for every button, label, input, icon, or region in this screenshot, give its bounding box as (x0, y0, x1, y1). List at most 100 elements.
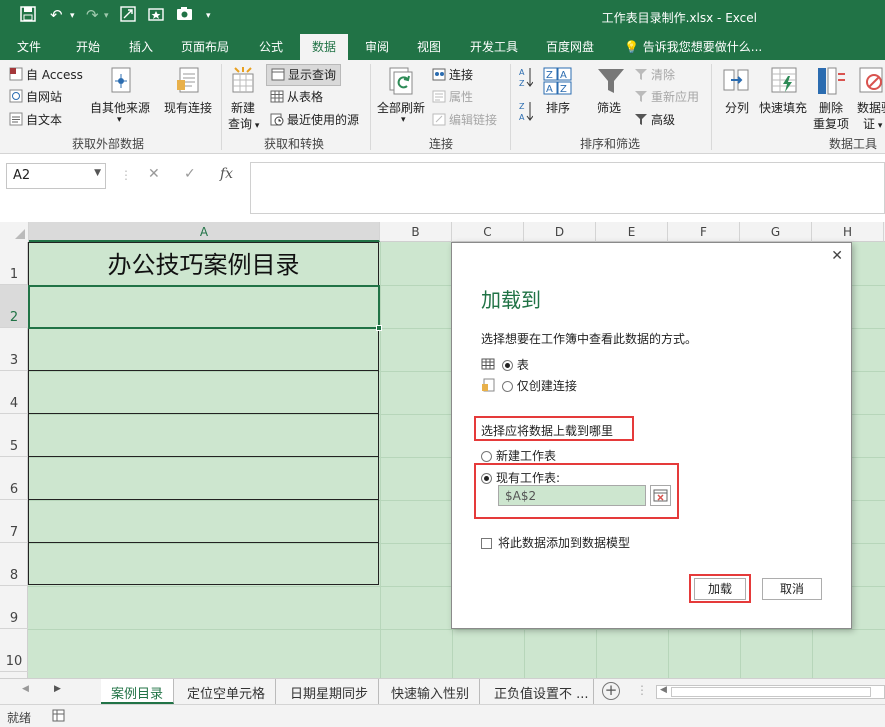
confirm-entry-icon[interactable]: ✓ (184, 166, 196, 182)
close-icon[interactable]: ✕ (831, 248, 843, 264)
reapply-filter-button[interactable]: 重新应用 (634, 88, 699, 106)
show-queries-button[interactable]: 显示查询 (266, 64, 342, 86)
other-sources-button[interactable]: 自其他来源 (90, 99, 150, 116)
column-header-b[interactable]: B (380, 222, 452, 242)
filter-button[interactable]: 筛选 (597, 99, 621, 116)
add-sheet-icon[interactable]: + (602, 682, 620, 700)
insert-function-icon[interactable]: fx (220, 166, 233, 182)
fill-handle[interactable] (376, 325, 382, 331)
refresh-all-dropdown-icon[interactable]: ▾ (401, 115, 406, 125)
tab-page-layout[interactable]: 页面布局 (181, 38, 229, 55)
undo-icon[interactable]: ↶ (50, 6, 63, 24)
customize-qat-icon[interactable]: ▾ (206, 11, 211, 21)
row-header-6[interactable]: 6 (0, 457, 28, 500)
refresh-all-button[interactable]: 全部刷新 (377, 99, 425, 116)
scroll-left-icon[interactable]: ◀ (660, 685, 667, 695)
recent-sources-button[interactable]: 最近使用的源 (270, 111, 359, 129)
column-header-g[interactable]: G (740, 222, 812, 242)
from-web-button[interactable]: 自网站 (9, 88, 62, 106)
tab-review[interactable]: 审阅 (365, 38, 389, 55)
existing-connections-button[interactable]: 现有连接 (164, 99, 212, 116)
tab-baidu-netdisk[interactable]: 百度网盘 (546, 38, 594, 55)
cell-a6[interactable] (29, 457, 378, 500)
range-select-icon[interactable] (650, 485, 671, 506)
table-radio[interactable] (501, 360, 513, 371)
data-validation-button[interactable]: 数据验 (857, 99, 885, 116)
redo-dropdown-icon[interactable]: ▾ (104, 11, 109, 21)
macro-record-icon[interactable] (52, 709, 65, 725)
add-to-data-model[interactable]: 将此数据添加到数据模型 (481, 534, 630, 551)
tab-file[interactable]: 文件 (17, 38, 41, 55)
name-box-dropdown-icon[interactable]: ▼ (94, 168, 101, 178)
row-header-8[interactable]: 8 (0, 543, 28, 586)
row-header-9[interactable]: 9 (0, 586, 28, 629)
row-header-1[interactable]: 1 (0, 242, 28, 285)
from-text-button[interactable]: 自文本 (9, 111, 62, 129)
scroll-sheets-left-icon[interactable]: ◀ (22, 684, 29, 694)
sheet-tab-catalog[interactable]: 案例目录 (101, 679, 175, 704)
sheet-tab-locate-empty[interactable]: 定位空单元格 (177, 679, 277, 704)
row-header-5[interactable]: 5 (0, 414, 28, 457)
load-button[interactable]: 加载 (694, 578, 746, 600)
formula-bar-grip-icon[interactable]: ⋮ (120, 168, 132, 182)
column-header-e[interactable]: E (596, 222, 668, 242)
column-header-h[interactable]: H (812, 222, 884, 242)
cell-a5[interactable] (29, 414, 378, 457)
cell-a7[interactable] (29, 500, 378, 543)
from-access-button[interactable]: 自 Access (9, 66, 83, 84)
horizontal-scrollbar[interactable]: ◀ (656, 685, 885, 699)
clear-filter-button[interactable]: 清除 (634, 66, 675, 84)
location-ref-input[interactable]: $A$2 (498, 485, 646, 506)
formula-input[interactable] (250, 162, 885, 214)
cancel-entry-icon[interactable]: ✕ (148, 166, 160, 182)
remove-duplicates-button[interactable]: 删除 (819, 99, 843, 116)
tab-insert[interactable]: 插入 (129, 38, 153, 55)
tab-split-icon[interactable]: ⋮ (636, 683, 648, 697)
column-header-d[interactable]: D (524, 222, 596, 242)
view-option-connection-only[interactable]: 仅创建连接 (481, 377, 577, 395)
select-all-corner[interactable] (0, 222, 29, 242)
row-header-10[interactable]: 10 (0, 629, 28, 672)
remove-duplicates-button-line2[interactable]: 重复项 (813, 115, 849, 132)
sheet-tab-sign-format[interactable]: 正负值设置不 ... (484, 679, 594, 704)
tab-home[interactable]: 开始 (76, 38, 100, 55)
column-header-f[interactable]: F (668, 222, 740, 242)
screenshot-icon[interactable] (120, 6, 136, 26)
column-header-a[interactable]: A (29, 222, 380, 242)
row-header-3[interactable]: 3 (0, 328, 28, 371)
tab-formulas[interactable]: 公式 (259, 38, 283, 55)
scrollbar-thumb[interactable] (671, 687, 871, 697)
cancel-button[interactable]: 取消 (762, 578, 822, 600)
row-header-2[interactable]: 2 (0, 285, 28, 328)
scroll-sheets-right-icon[interactable]: ▶ (54, 684, 61, 694)
tab-developer[interactable]: 开发工具 (470, 38, 518, 55)
from-table-button[interactable]: 从表格 (270, 88, 323, 106)
new-query-button-line2[interactable]: 查询 ▾ (228, 115, 259, 132)
sort-ascending-icon[interactable]: AZ (519, 66, 534, 91)
advanced-filter-button[interactable]: 高级 (634, 111, 675, 129)
data-validation-button-line2[interactable]: 证 ▾ (863, 115, 882, 132)
add-to-data-model-checkbox[interactable] (481, 538, 492, 549)
flash-fill-button[interactable]: 快速填充 (759, 99, 807, 116)
sort-descending-icon[interactable]: ZA (519, 100, 534, 125)
quick-access-icon[interactable] (148, 6, 164, 26)
other-sources-dropdown-icon[interactable]: ▾ (117, 115, 122, 125)
sort-button[interactable]: 排序 (546, 99, 570, 116)
text-to-columns-button[interactable]: 分列 (725, 99, 749, 116)
connection-only-radio[interactable] (501, 381, 513, 392)
new-sheet-radio[interactable] (481, 451, 492, 462)
view-option-table[interactable]: 表 (481, 356, 529, 373)
existing-sheet-radio[interactable] (481, 473, 492, 484)
column-header-c[interactable]: C (452, 222, 524, 242)
save-icon[interactable] (20, 6, 36, 26)
sheet-tab-gender-input[interactable]: 快速输入性别 (381, 679, 481, 704)
tab-view[interactable]: 视图 (417, 38, 441, 55)
cell-a3[interactable] (29, 328, 378, 371)
properties-button[interactable]: 属性 (432, 88, 473, 106)
cell-a4[interactable] (29, 371, 378, 414)
cell-a1[interactable]: 办公技巧案例目录 (29, 243, 378, 285)
row-header-4[interactable]: 4 (0, 371, 28, 414)
connections-button[interactable]: 连接 (432, 66, 473, 84)
new-query-button[interactable]: 新建 (231, 99, 255, 116)
location-option-existing-sheet[interactable]: 现有工作表: (481, 469, 560, 486)
